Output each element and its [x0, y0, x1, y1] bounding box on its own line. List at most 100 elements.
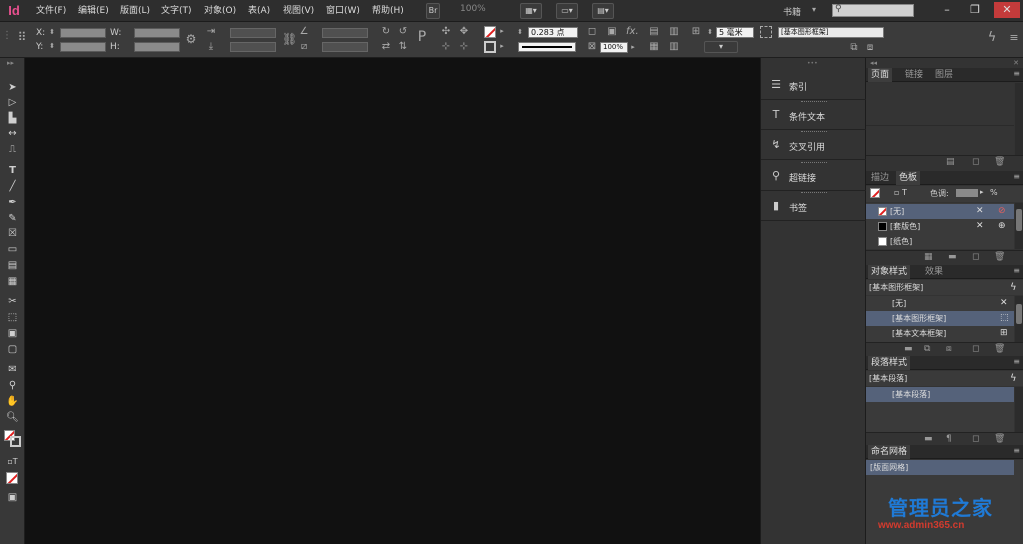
panel-button-hyperlinks[interactable]: ⚲ 超链接 — [761, 161, 866, 191]
stepper-icon[interactable]: ⬍ — [706, 27, 714, 38]
eyedropper-tool-icon[interactable]: ⚲ — [4, 378, 21, 393]
search-input[interactable]: ⚲ — [832, 4, 914, 17]
y-position-field[interactable] — [60, 42, 106, 52]
rectangle-tool-icon[interactable]: ▭ — [4, 242, 21, 257]
paragraph-styles-scrollbar[interactable] — [1015, 387, 1023, 432]
menu-view[interactable]: 视图(V) — [283, 0, 314, 22]
trash-icon[interactable]: 🗑︎ — [994, 344, 1005, 354]
stepper-icon[interactable]: ⬍ — [516, 27, 524, 38]
select-container-icon[interactable]: ✣ — [440, 26, 452, 37]
select-previous-icon[interactable]: ⊹ — [440, 41, 452, 52]
scissors-tool-icon[interactable]: ✂ — [4, 294, 21, 309]
height-field[interactable] — [134, 42, 180, 52]
fill-swatch[interactable] — [484, 26, 496, 38]
stepper-icon[interactable]: ⬍ — [48, 27, 56, 38]
menu-window[interactable]: 窗口(W) — [326, 0, 360, 22]
tint-dropdown-icon[interactable]: ▸ — [980, 188, 984, 196]
object-style-none[interactable]: [无] ✕ — [866, 296, 1014, 311]
collapse-icon[interactable]: ◂◂ — [870, 59, 877, 67]
container-formatting-icon[interactable]: ▫ T — [894, 188, 907, 197]
rotate-cw-icon[interactable]: ↻ — [380, 26, 392, 37]
document-canvas[interactable] — [25, 58, 760, 544]
tab-paragraph-styles[interactable]: 段落样式 — [868, 356, 911, 370]
object-style-select[interactable]: [基本图形框架] — [778, 27, 884, 38]
lightning-icon[interactable]: ϟ — [986, 31, 998, 44]
width-field[interactable] — [134, 28, 180, 38]
screen-mode-icon[interactable]: ▣ — [4, 490, 21, 505]
object-style-basic-text-frame[interactable]: [基本文本框架] ⊞ — [866, 326, 1014, 341]
menu-layout[interactable]: 版面(L) — [120, 0, 150, 22]
select-next-icon[interactable]: ⊹ — [458, 41, 470, 52]
hand-tool-icon[interactable]: ✋ — [4, 394, 21, 409]
clear-attributes-icon[interactable]: ⧈ — [946, 344, 952, 354]
opacity-dropdown-icon[interactable]: ▸ — [629, 42, 637, 53]
apply-none-icon[interactable] — [6, 472, 18, 484]
flip-horizontal-icon[interactable]: ⇄ — [380, 41, 392, 52]
text-wrap-box-icon[interactable]: ▦ — [648, 41, 660, 52]
panel-button-index[interactable]: ☰ 索引 — [761, 70, 866, 100]
drop-shadow-icon[interactable]: ◻ — [586, 26, 598, 37]
panel-button-conditional-text[interactable]: T 条件文本 — [761, 100, 866, 130]
swatch-none[interactable]: [无] ✕ ⊘ — [866, 204, 1014, 219]
pencil-tool-icon[interactable]: ✎ — [4, 211, 21, 226]
menu-file[interactable]: 文件(F) — [36, 0, 66, 22]
gap-tool-icon[interactable]: ↔ — [4, 126, 21, 141]
close-dock-icon[interactable]: ✕ — [1013, 59, 1019, 67]
stroke-weight-field[interactable]: 0.283 点 — [528, 27, 578, 38]
fill-icon[interactable] — [870, 188, 880, 198]
align-bottom-icon[interactable]: ▥ — [668, 41, 680, 52]
clear-attributes-icon[interactable]: ⧈ — [864, 42, 876, 53]
chevron-down-icon[interactable]: ▾ — [704, 41, 738, 53]
edit-page-size-icon[interactable]: ▤ — [946, 157, 955, 167]
stepper-icon[interactable]: ⬍ — [48, 41, 56, 52]
clear-overrides-icon[interactable]: ⧉ — [848, 42, 860, 53]
fill-dropdown-icon[interactable]: ▸ — [498, 26, 506, 37]
tab-swatches[interactable]: 色板 — [896, 171, 921, 185]
menu-help[interactable]: 帮助(H) — [372, 0, 404, 22]
named-grid-layout[interactable]: [版面网格] — [866, 460, 1014, 475]
tab-object-styles[interactable]: 对象样式 — [868, 265, 911, 279]
stroke-dropdown-icon[interactable]: ▸ — [498, 41, 506, 52]
trash-icon[interactable]: 🗑︎ — [994, 252, 1005, 262]
align-top-icon[interactable]: ▥ — [668, 26, 680, 37]
object-style-basic-graphics-frame[interactable]: [基本图形框架] ⬚ — [866, 311, 1014, 326]
panel-menu-icon[interactable]: ≡ — [1013, 172, 1020, 181]
zoom-tool-icon[interactable]: 🔍︎ — [4, 410, 21, 425]
reference-point-icon[interactable]: ⠿ — [16, 31, 28, 43]
pages-scrollbar[interactable] — [1015, 83, 1023, 155]
collapse-icon[interactable]: ▸▸ — [7, 59, 14, 67]
effects-icon[interactable]: ▣ — [606, 26, 618, 37]
page-tool-icon[interactable]: ▙ — [4, 111, 21, 126]
bridge-button[interactable]: Br — [426, 3, 440, 19]
folder-icon[interactable]: ▬ — [948, 252, 957, 262]
screen-mode-icon[interactable]: ▭▾ — [556, 3, 578, 19]
auto-fit-icon[interactable]: ⊞ — [690, 26, 702, 37]
scale-x-field[interactable] — [230, 28, 276, 38]
free-transform-tool-icon[interactable]: ⬚ — [4, 310, 21, 325]
stroke-type-select[interactable] — [518, 42, 576, 52]
folder-icon[interactable]: ▬ — [904, 344, 913, 354]
minimize-button[interactable]: – — [936, 2, 958, 18]
shear-field[interactable] — [322, 42, 368, 52]
view-options-icon[interactable]: ▦▾ — [520, 3, 542, 19]
panel-grip-icon[interactable]: ⋮ — [2, 30, 12, 41]
direct-selection-tool-icon[interactable]: ▷ — [4, 95, 21, 110]
content-collector-icon[interactable]: ⎍ — [4, 142, 21, 157]
tab-stroke[interactable]: 描边 — [868, 171, 892, 185]
x-position-field[interactable] — [60, 28, 106, 38]
new-style-icon[interactable]: ◻ — [972, 344, 979, 354]
flip-vertical-icon[interactable]: ⇅ — [397, 41, 409, 52]
folder-icon[interactable]: ▬ — [924, 434, 933, 444]
panel-menu-icon[interactable]: ≡ — [1008, 32, 1020, 43]
clear-overrides-icon[interactable]: ¶ — [946, 434, 952, 444]
pen-tool-icon[interactable]: ✒ — [4, 195, 21, 210]
chevron-down-icon[interactable]: ▾ — [812, 5, 816, 14]
text-wrap-none-icon[interactable]: ▤ — [648, 26, 660, 37]
select-content-icon[interactable]: ✥ — [458, 26, 470, 37]
column-gutter-field[interactable]: 5 毫米 — [716, 27, 754, 38]
gradient-swatch-tool-icon[interactable]: ▣ — [4, 326, 21, 341]
rotation-field[interactable] — [322, 28, 368, 38]
link-icon[interactable]: ⛓ — [282, 33, 297, 45]
new-style-icon[interactable]: ◻ — [972, 434, 979, 444]
menu-edit[interactable]: 编辑(E) — [78, 0, 109, 22]
